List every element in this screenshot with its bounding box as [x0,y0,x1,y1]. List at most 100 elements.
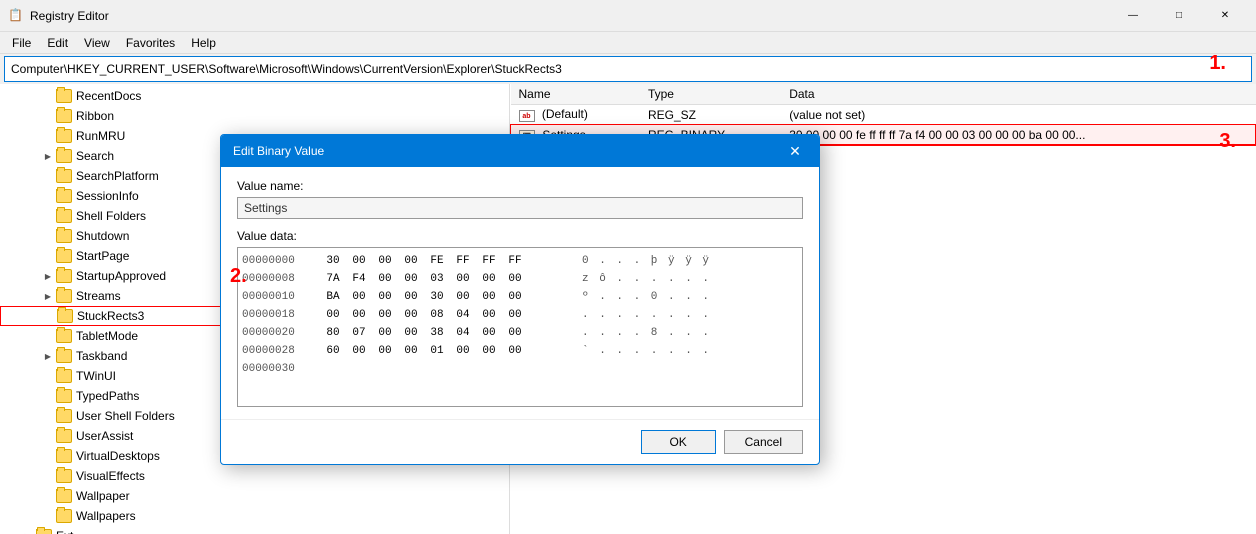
hex-byte[interactable]: 00 [400,327,422,339]
tree-item-ribbon[interactable]: Ribbon [0,106,509,126]
tree-item-label: VisualEffects [76,469,145,483]
hex-byte[interactable]: 08 [426,309,448,321]
hex-byte[interactable]: 00 [348,345,370,357]
hex-byte[interactable]: 00 [478,327,500,339]
hex-bytes: 30 00 00 00 FE FF FF FF [322,255,572,267]
dialog-close-button[interactable]: ✕ [783,141,807,161]
tree-item-wallpapers[interactable]: Wallpapers [0,506,509,526]
hex-byte[interactable]: 01 [426,345,448,357]
hex-byte[interactable]: 00 [400,345,422,357]
hex-byte[interactable]: 07 [348,327,370,339]
hex-byte[interactable]: 00 [478,291,500,303]
minimize-button[interactable]: — [1110,0,1156,32]
hex-byte[interactable]: FF [504,255,526,267]
hex-byte[interactable]: 00 [504,327,526,339]
hex-addr: 00000010 [242,291,322,303]
hex-byte[interactable]: BA [322,291,344,303]
folder-icon [56,209,72,223]
hex-byte[interactable]: 00 [504,291,526,303]
hex-byte[interactable]: 00 [348,291,370,303]
maximize-button[interactable]: □ [1156,0,1202,32]
expand-arrow [40,488,56,504]
hex-row: 00000010 BA 00 00 00 30 00 00 00 º . . .… [242,288,798,306]
menu-edit[interactable]: Edit [39,34,76,52]
hex-byte[interactable]: 00 [400,309,422,321]
value-name-field[interactable]: Settings [237,197,803,219]
hex-byte[interactable]: 80 [322,327,344,339]
hex-byte[interactable]: 00 [322,309,344,321]
hex-byte[interactable]: 00 [374,255,396,267]
hex-byte[interactable]: 00 [452,273,474,285]
expand-arrow: ▶ [40,148,56,164]
hex-byte[interactable]: 00 [374,273,396,285]
address-bar[interactable]: Computer\HKEY_CURRENT_USER\Software\Micr… [4,56,1252,82]
hex-byte[interactable]: 00 [478,345,500,357]
hex-byte[interactable]: 00 [452,291,474,303]
hex-byte[interactable]: 00 [452,345,474,357]
hex-ascii: ` . . . . . . . [582,345,711,357]
hex-byte[interactable]: 30 [426,291,448,303]
table-row[interactable]: ab (Default) REG_SZ (value not set) [511,105,1256,125]
hex-byte[interactable]: 00 [348,309,370,321]
hex-addr: 00000018 [242,309,322,321]
tree-item-label: StuckRects3 [77,309,144,323]
folder-icon [56,269,72,283]
ok-button[interactable]: OK [641,430,716,454]
menu-file[interactable]: File [4,34,39,52]
cancel-button[interactable]: Cancel [724,430,803,454]
hex-byte[interactable]: F4 [348,273,370,285]
hex-byte[interactable]: 00 [374,327,396,339]
expand-arrow [40,508,56,524]
hex-byte[interactable]: 00 [504,273,526,285]
hex-byte[interactable]: FF [452,255,474,267]
folder-icon [56,229,72,243]
menu-view[interactable]: View [76,34,118,52]
folder-icon [56,89,72,103]
hex-byte[interactable]: 60 [322,345,344,357]
hex-byte[interactable]: 00 [348,255,370,267]
hex-byte[interactable]: 03 [426,273,448,285]
tree-item-label: RecentDocs [76,89,141,103]
expand-arrow [40,168,56,184]
menu-help[interactable]: Help [183,34,224,52]
hex-byte[interactable]: 00 [504,345,526,357]
hex-byte[interactable]: FF [478,255,500,267]
hex-byte[interactable]: FE [426,255,448,267]
tree-item-ext[interactable]: ▶ Ext [0,526,509,534]
tree-item-label: StartPage [76,249,129,263]
folder-icon [56,469,72,483]
hex-byte[interactable]: 00 [478,273,500,285]
hex-byte[interactable]: 00 [400,255,422,267]
folder-icon [56,369,72,383]
hex-byte[interactable]: 38 [426,327,448,339]
tree-item-visualeffects[interactable]: VisualEffects [0,466,509,486]
hex-byte[interactable]: 00 [374,309,396,321]
hex-byte[interactable]: 00 [374,345,396,357]
hex-row: 00000030 [242,360,798,378]
menu-favorites[interactable]: Favorites [118,34,183,52]
hex-byte[interactable]: 7A [322,273,344,285]
hex-byte[interactable]: 00 [504,309,526,321]
expand-arrow [40,448,56,464]
close-button[interactable]: ✕ [1202,0,1248,32]
hex-byte[interactable]: 00 [400,273,422,285]
hex-byte[interactable]: 00 [374,291,396,303]
expand-arrow [40,188,56,204]
expand-arrow [40,248,56,264]
tree-item-recentdocs[interactable]: RecentDocs [0,86,509,106]
expand-arrow [40,388,56,404]
hex-byte[interactable]: 04 [452,327,474,339]
hex-byte[interactable]: 30 [322,255,344,267]
hex-byte[interactable]: 04 [452,309,474,321]
hex-ascii: . . . . 8 . . . [582,327,711,339]
folder-icon [56,449,72,463]
value-data-label: Value data: [237,229,803,243]
tree-item-wallpaper[interactable]: Wallpaper [0,486,509,506]
hex-editor[interactable]: 00000000 30 00 00 00 FE FF FF FF 0 . . .… [237,247,803,407]
tree-item-label: VirtualDesktops [76,449,160,463]
hex-row: 00000008 7A F4 00 00 03 00 00 00 z ô . .… [242,270,798,288]
folder-icon [56,169,72,183]
expand-arrow [40,228,56,244]
hex-byte[interactable]: 00 [400,291,422,303]
hex-byte[interactable]: 00 [478,309,500,321]
